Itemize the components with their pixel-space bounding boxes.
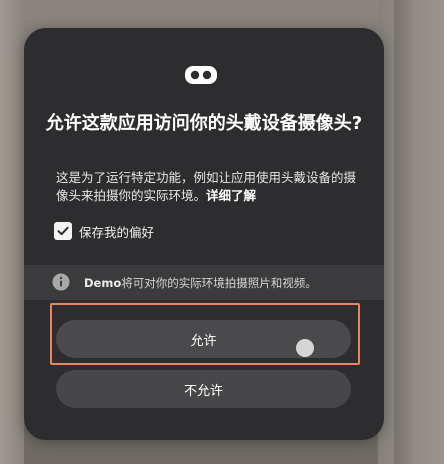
info-icon [52,273,70,291]
info-bar: Demo将可对你的实际环境拍摄照片和视频。 [24,265,384,300]
permission-dialog: 允许这款应用访问你的头戴设备摄像头? 这是为了运行特定功能，例如让应用使用头戴设… [24,28,384,440]
save-preference-label: 保存我的偏好 [79,224,155,240]
background-edge [394,0,412,464]
info-text: Demo将可对你的实际环境拍摄照片和视频。 [84,275,317,291]
save-preference-row[interactable]: 保存我的偏好 [54,220,154,242]
app-name: Demo [84,276,122,290]
background-left [0,0,24,464]
pointer-cursor [296,339,314,357]
dialog-title: 允许这款应用访问你的头戴设备摄像头? [45,113,363,134]
checkmark-icon [57,226,69,236]
vr-headset-icon [185,66,217,84]
deny-button[interactable]: 不允许 [56,370,351,408]
save-preference-checkbox[interactable] [54,222,72,240]
dialog-description: 这是为了运行特定功能，例如让应用使用头戴设备的摄像头来拍摄你的实际环境。详细了解 [56,169,356,205]
learn-more-link[interactable]: 详细了解 [206,188,256,203]
info-message: 将可对你的实际环境拍摄照片和视频。 [121,276,317,290]
